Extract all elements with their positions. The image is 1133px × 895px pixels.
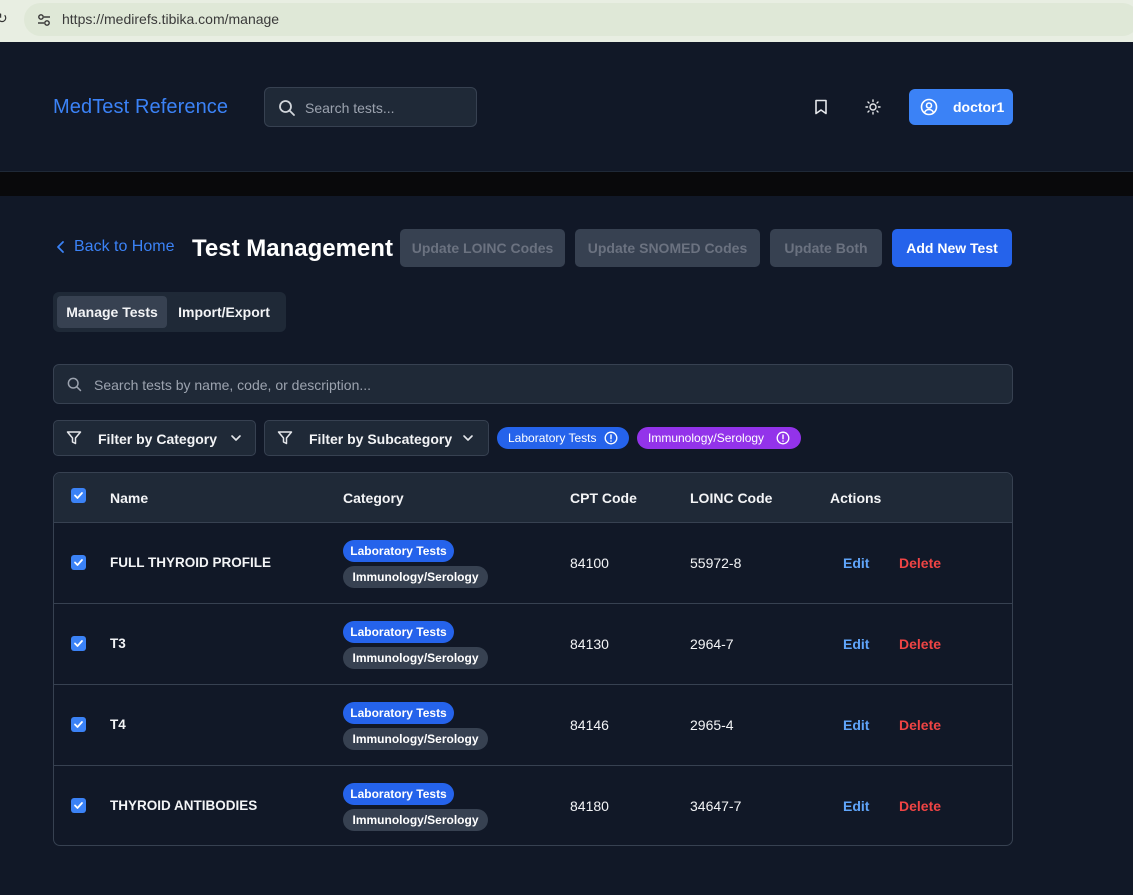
delete-button[interactable]: Delete [899, 798, 941, 814]
cpt-code: 84130 [570, 636, 609, 652]
subcategory-filter-dropdown[interactable]: Filter by Subcategory [264, 420, 489, 456]
delete-button[interactable]: Delete [899, 717, 941, 733]
category-badge: Laboratory Tests [343, 783, 454, 805]
back-to-home-link[interactable]: Back to Home [56, 238, 174, 256]
tab-import-export[interactable]: Import/Export [169, 296, 279, 328]
subcategory-badge: Immunology/Serology [343, 647, 488, 669]
column-header-loinc[interactable]: LOINC Code [690, 490, 772, 506]
test-name: T4 [110, 717, 126, 732]
update-snomed-button[interactable]: Update SNOMED Codes [575, 229, 760, 267]
check-icon [74, 559, 83, 566]
chevron-down-icon [463, 435, 473, 441]
cpt-code: 84146 [570, 717, 609, 733]
subcategory-badge: Immunology/Serology [343, 809, 488, 831]
check-icon [74, 802, 83, 809]
update-loinc-button[interactable]: Update LOINC Codes [400, 229, 565, 267]
theme-toggle-button[interactable] [859, 93, 887, 121]
user-menu-button[interactable]: doctor1 [909, 89, 1013, 125]
category-badge: Laboratory Tests [343, 540, 454, 562]
active-filter-chip-subcategory[interactable]: Immunology/Serology [637, 427, 801, 449]
sun-icon [865, 99, 881, 115]
check-icon [74, 721, 83, 728]
loinc-code: 34647-7 [690, 798, 742, 814]
table-row[interactable]: THYROID ANTIBODIES Laboratory Tests Immu… [54, 765, 1012, 845]
category-badge: Laboratory Tests [343, 621, 454, 643]
table-row[interactable]: T3 Laboratory Tests Immunology/Serology … [54, 603, 1012, 684]
edit-button[interactable]: Edit [843, 636, 869, 652]
delete-button[interactable]: Delete [899, 555, 941, 571]
category-filter-dropdown[interactable]: Filter by Category [53, 420, 256, 456]
column-header-cpt[interactable]: CPT Code [570, 490, 637, 506]
search-icon [67, 377, 82, 392]
loinc-code: 2965-4 [690, 717, 734, 733]
row-checkbox[interactable] [71, 717, 86, 732]
subcategory-filter-label: Filter by Subcategory [309, 431, 453, 447]
category-badge: Laboratory Tests [343, 702, 454, 724]
filter-icon [277, 431, 293, 445]
chip-label: Immunology/Serology [648, 431, 765, 445]
cpt-code: 84180 [570, 798, 609, 814]
category-filter-label: Filter by Category [98, 431, 218, 447]
edit-button[interactable]: Edit [843, 717, 869, 733]
cpt-code: 84100 [570, 555, 609, 571]
tab-bar: Manage Tests Import/Export [53, 292, 286, 332]
column-header-name[interactable]: Name [110, 490, 148, 506]
bookmark-icon [815, 99, 827, 115]
back-link-label: Back to Home [74, 238, 175, 255]
reload-icon[interactable]: ↻ [0, 10, 8, 27]
edit-button[interactable]: Edit [843, 798, 869, 814]
check-icon [74, 640, 83, 647]
site-settings-icon[interactable] [36, 12, 52, 28]
brand-logo[interactable]: MedTest Reference [53, 96, 228, 119]
app-header: MedTest Reference doctor1 [0, 42, 1133, 172]
search-icon [279, 100, 295, 116]
row-checkbox[interactable] [71, 798, 86, 813]
edit-button[interactable]: Edit [843, 555, 869, 571]
subcategory-badge: Immunology/Serology [343, 566, 488, 588]
info-icon[interactable] [776, 431, 790, 445]
active-filter-chip-category[interactable]: Laboratory Tests [497, 427, 629, 449]
chip-label: Laboratory Tests [508, 431, 597, 445]
test-name: FULL THYROID PROFILE [110, 555, 271, 570]
select-all-checkbox[interactable] [71, 488, 86, 503]
column-header-category[interactable]: Category [343, 490, 404, 506]
header-search[interactable] [264, 87, 477, 127]
test-name: THYROID ANTIBODIES [110, 798, 258, 813]
table-row[interactable]: T4 Laboratory Tests Immunology/Serology … [54, 684, 1012, 765]
subcategory-badge: Immunology/Serology [343, 728, 488, 750]
browser-url-bar: ↻ https://medirefs.tibika.com/manage [0, 0, 1133, 42]
loinc-code: 2964-7 [690, 636, 734, 652]
filter-icon [66, 431, 82, 445]
test-search[interactable] [53, 364, 1013, 404]
test-name: T3 [110, 636, 126, 651]
header-search-input[interactable] [305, 97, 470, 119]
chevron-left-icon [57, 241, 64, 253]
username-label: doctor1 [953, 99, 1005, 115]
test-search-input[interactable] [94, 375, 994, 395]
chevron-down-icon [231, 435, 241, 441]
user-avatar-icon [920, 98, 938, 116]
check-icon [74, 492, 83, 499]
delete-button[interactable]: Delete [899, 636, 941, 652]
tab-manage-tests[interactable]: Manage Tests [57, 296, 167, 328]
row-checkbox[interactable] [71, 636, 86, 651]
info-icon[interactable] [604, 431, 618, 445]
url-text[interactable]: https://medirefs.tibika.com/manage [62, 11, 279, 27]
address-bar[interactable]: https://medirefs.tibika.com/manage [24, 3, 1133, 36]
update-both-button[interactable]: Update Both [770, 229, 882, 267]
add-new-test-button[interactable]: Add New Test [892, 229, 1012, 267]
loinc-code: 55972-8 [690, 555, 742, 571]
bookmarks-button[interactable] [807, 93, 835, 121]
header-divider-band [0, 172, 1133, 196]
row-checkbox[interactable] [71, 555, 86, 570]
table-header: Name Category CPT Code LOINC Code Action… [54, 473, 1012, 522]
column-header-actions: Actions [830, 490, 882, 506]
tests-table: Name Category CPT Code LOINC Code Action… [53, 472, 1013, 846]
table-row[interactable]: FULL THYROID PROFILE Laboratory Tests Im… [54, 522, 1012, 603]
page-title: Test Management [192, 235, 393, 262]
